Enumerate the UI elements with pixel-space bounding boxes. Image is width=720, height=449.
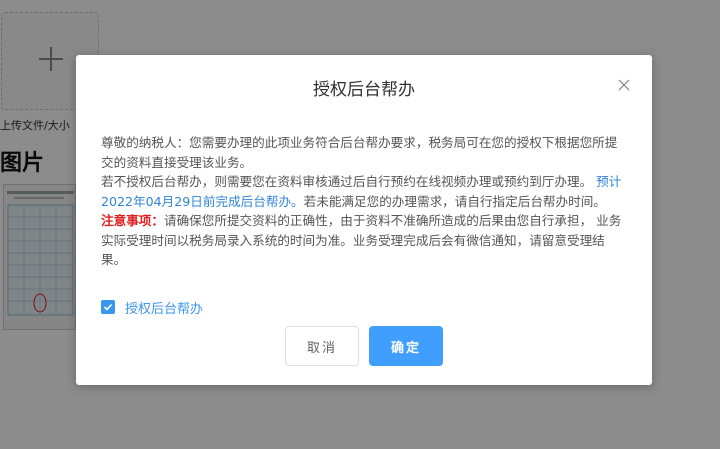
dialog-title: 授权后台帮办 [313, 80, 415, 100]
schedule-paragraph: 若不授权后台帮办，则需要您在资料审核通过后自行预约在线视频办理或预约到厅办理。 … [101, 172, 626, 211]
schedule-text-prefix: 若不授权后台帮办，则需要您在资料审核通过后自行预约在线视频办理或预约到厅办理。 [101, 174, 593, 189]
authorize-checkbox[interactable] [101, 300, 115, 314]
notice-paragraph: 注意事项：请确保您所提交资料的正确性，由于资料不准确所造成的后果由您自行承担， … [101, 211, 626, 270]
authorize-checkbox-row[interactable]: 授权后台帮办 [101, 298, 203, 317]
schedule-text-suffix: 若未能满足您的办理需求，请自行指定后台帮办时间。 [303, 193, 606, 209]
cancel-button[interactable]: 取消 [285, 326, 359, 366]
notice-label: 注意事项： [101, 213, 164, 228]
close-icon[interactable] [617, 77, 631, 91]
authorize-dialog: 授权后台帮办 尊敬的纳税人：您需要办理的此项业务符合后台帮办要求，税务局可在您的… [76, 55, 652, 385]
authorize-checkbox-label[interactable]: 授权后台帮办 [125, 298, 203, 317]
notice-text: 请确保您所提交资料的正确性，由于资料不准确所造成的后果由您自行承担， 业务实际受… [101, 213, 622, 267]
confirm-button[interactable]: 确定 [369, 326, 443, 366]
intro-paragraph: 尊敬的纳税人：您需要办理的此项业务符合后台帮办要求，税务局可在您的授权下根据您所… [101, 135, 618, 170]
dialog-body: 尊敬的纳税人：您需要办理的此项业务符合后台帮办要求，税务局可在您的授权下根据您所… [101, 133, 626, 270]
check-icon [103, 303, 113, 311]
